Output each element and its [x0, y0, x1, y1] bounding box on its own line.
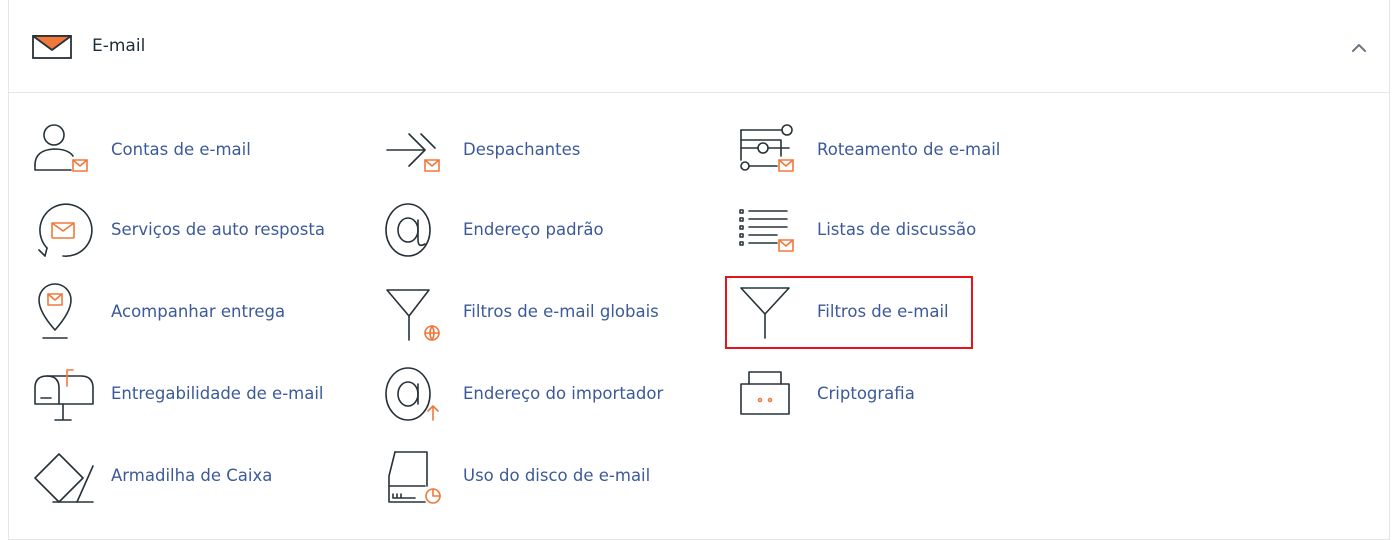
item-label: Entregabilidade de e-mail: [111, 384, 324, 403]
envelope-icon: [32, 35, 72, 59]
default-address-icon: [385, 203, 431, 257]
chevron-up-icon[interactable]: [1351, 40, 1367, 54]
item-label: Serviços de auto resposta: [111, 220, 325, 239]
item-label: Despachantes: [463, 140, 581, 159]
email-routing-icon: [740, 124, 794, 172]
item-label: Roteamento de e-mail: [817, 140, 1001, 159]
email-deliverability-icon: [34, 369, 94, 421]
autoresponders-icon: [38, 203, 93, 257]
item-label: Armadilha de Caixa: [111, 466, 273, 485]
email-section-header[interactable]: E-mail: [9, 0, 1389, 93]
item-label: Contas de e-mail: [111, 140, 251, 159]
item-label: Filtros de e-mail: [817, 302, 949, 321]
email-filters-icon: [740, 287, 790, 339]
section-title: E-mail: [92, 36, 146, 56]
email-section-panel: E-mail: [8, 0, 1390, 540]
item-label: Endereço padrão: [463, 220, 604, 239]
item-label: Listas de discussão: [817, 220, 977, 239]
email-disk-usage-icon: [388, 451, 441, 504]
address-importer-icon: [385, 367, 439, 421]
forwarders-icon: [386, 133, 440, 172]
item-label: Uso do disco de e-mail: [463, 466, 651, 485]
track-delivery-icon: [38, 283, 72, 339]
boxtrapper-icon: [34, 453, 94, 503]
global-email-filters-icon: [386, 289, 440, 341]
item-label: Endereço do importador: [463, 384, 664, 403]
email-accounts-icon: [34, 124, 88, 172]
item-label: Filtros de e-mail globais: [463, 302, 659, 321]
mailing-lists-icon: [739, 209, 794, 252]
item-label: Criptografia: [817, 384, 915, 403]
encryption-icon: [740, 371, 790, 415]
item-label: Acompanhar entrega: [111, 302, 286, 321]
